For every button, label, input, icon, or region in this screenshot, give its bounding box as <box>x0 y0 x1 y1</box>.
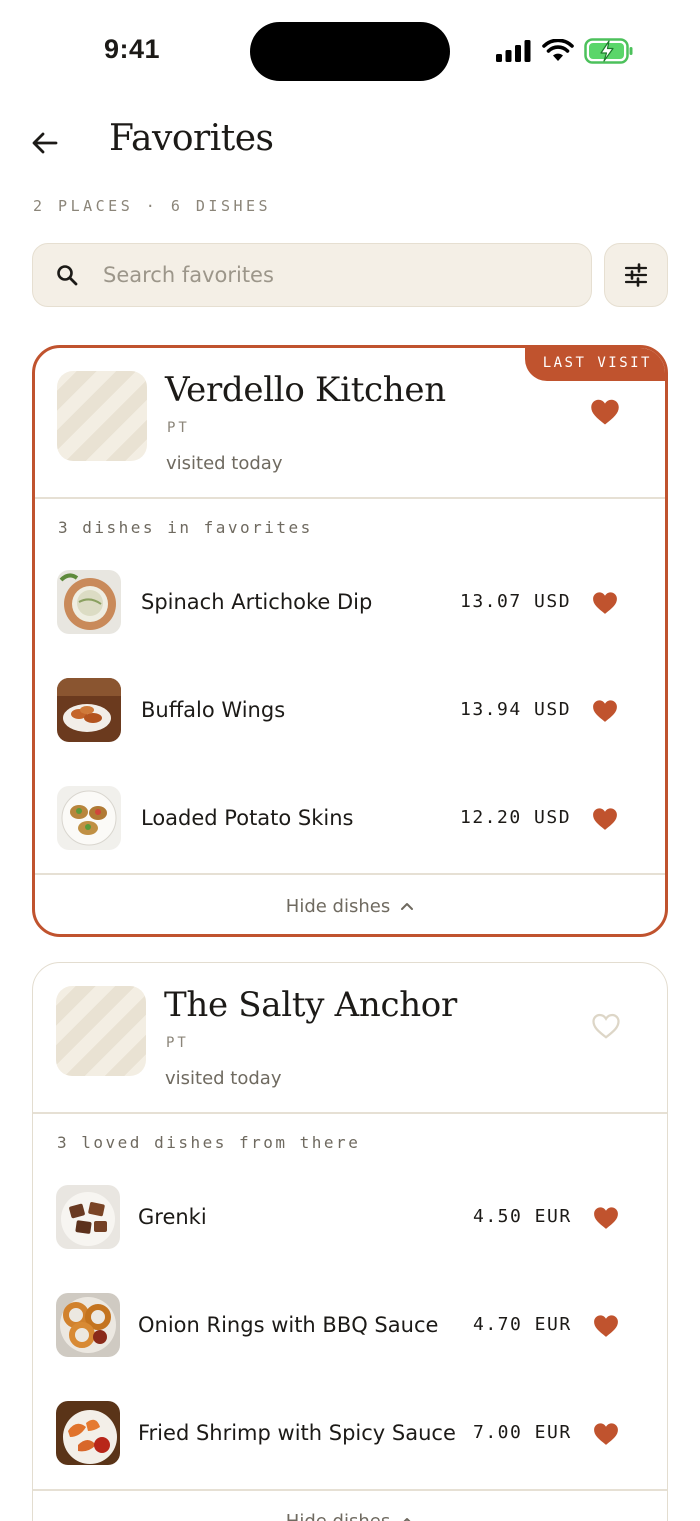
search-input[interactable] <box>103 244 573 305</box>
dishes-count-label: 3 loved dishes from there <box>57 1133 361 1152</box>
dish-row[interactable]: Fried Shrimp with Spicy Sauce 7.00 EUR <box>33 1381 667 1489</box>
dish-name: Fried Shrimp with Spicy Sauce <box>138 1421 456 1445</box>
dish-name: Loaded Potato Skins <box>141 806 354 830</box>
dish-price: 4.50 EUR <box>473 1206 572 1227</box>
place-card[interactable]: LAST VISIT Verdello Kitchen PT visited t… <box>32 345 668 937</box>
dish-photo <box>57 786 121 850</box>
heart-filled-icon[interactable] <box>592 591 618 615</box>
status-bar: 9:41 <box>0 0 700 100</box>
place-visited-time: visited today <box>165 1068 282 1089</box>
dynamic-island <box>250 22 450 81</box>
dish-photo <box>56 1293 120 1357</box>
search-icon <box>57 265 78 286</box>
heart-filled-icon[interactable] <box>592 699 618 723</box>
status-icons <box>496 37 634 65</box>
dish-price: 13.07 USD <box>460 591 572 612</box>
chevron-up-icon <box>403 1518 411 1521</box>
dish-photo <box>56 1185 120 1249</box>
toggle-label: Hide dishes <box>285 1510 391 1521</box>
dish-row[interactable]: Onion Rings with BBQ Sauce 4.70 EUR <box>33 1273 667 1381</box>
place-thumbnail-placeholder <box>57 371 147 461</box>
dish-row[interactable]: Loaded Potato Skins 12.20 USD <box>35 766 665 874</box>
dish-price: 7.00 EUR <box>473 1422 572 1443</box>
dish-name: Buffalo Wings <box>141 698 286 722</box>
wifi-icon <box>542 39 574 61</box>
heart-filled-icon[interactable] <box>593 1314 619 1338</box>
card-divider <box>35 497 665 499</box>
dish-photo <box>57 678 121 742</box>
dish-name: Spinach Artichoke Dip <box>141 590 373 614</box>
heart-outline-icon[interactable] <box>591 1012 621 1040</box>
chevron-up-icon <box>401 903 414 910</box>
dish-name: Grenki <box>138 1205 207 1229</box>
heart-filled-icon[interactable] <box>593 1206 619 1230</box>
back-arrow-icon[interactable] <box>30 128 60 158</box>
dish-row[interactable]: Grenki 4.50 EUR <box>33 1165 667 1273</box>
search-bar[interactable] <box>32 243 592 307</box>
place-country-code: PT <box>166 1035 189 1051</box>
hide-dishes-button[interactable]: Hide dishes <box>33 1490 667 1521</box>
toggle-label: Hide dishes <box>285 895 391 917</box>
dish-photo <box>56 1401 120 1465</box>
heart-filled-icon[interactable] <box>593 1422 619 1446</box>
dish-row[interactable]: Buffalo Wings 13.94 USD <box>35 658 665 766</box>
place-card[interactable]: The Salty Anchor PT visited today 3 love… <box>32 962 668 1521</box>
page-title: Favorites <box>109 118 274 159</box>
dish-name: Onion Rings with BBQ Sauce <box>138 1313 439 1337</box>
filter-button[interactable] <box>604 243 668 307</box>
dish-photo <box>57 570 121 634</box>
place-name: The Salty Anchor <box>164 985 457 1025</box>
battery-charging-icon <box>584 38 633 64</box>
favorites-summary: 2 PLACES · 6 DISHES <box>33 197 272 215</box>
dishes-count-label: 3 dishes in favorites <box>58 518 313 537</box>
card-divider <box>33 1112 667 1114</box>
cellular-signal-icon <box>496 40 531 62</box>
dish-row[interactable]: Spinach Artichoke Dip 13.07 USD <box>35 550 665 658</box>
heart-filled-icon[interactable] <box>592 807 618 831</box>
heart-filled-icon[interactable] <box>590 398 620 426</box>
sliders-icon <box>624 263 648 287</box>
last-visit-badge: LAST VISIT <box>524 348 665 381</box>
dish-price: 12.20 USD <box>460 807 572 828</box>
dish-price: 13.94 USD <box>460 699 572 720</box>
place-visited-time: visited today <box>166 453 283 474</box>
dish-price: 4.70 EUR <box>473 1314 572 1335</box>
hide-dishes-button[interactable]: Hide dishes <box>35 875 665 934</box>
place-country-code: PT <box>167 420 190 436</box>
status-time: 9:41 <box>104 34 161 64</box>
place-name: Verdello Kitchen <box>165 370 446 410</box>
place-thumbnail-placeholder <box>56 986 146 1076</box>
